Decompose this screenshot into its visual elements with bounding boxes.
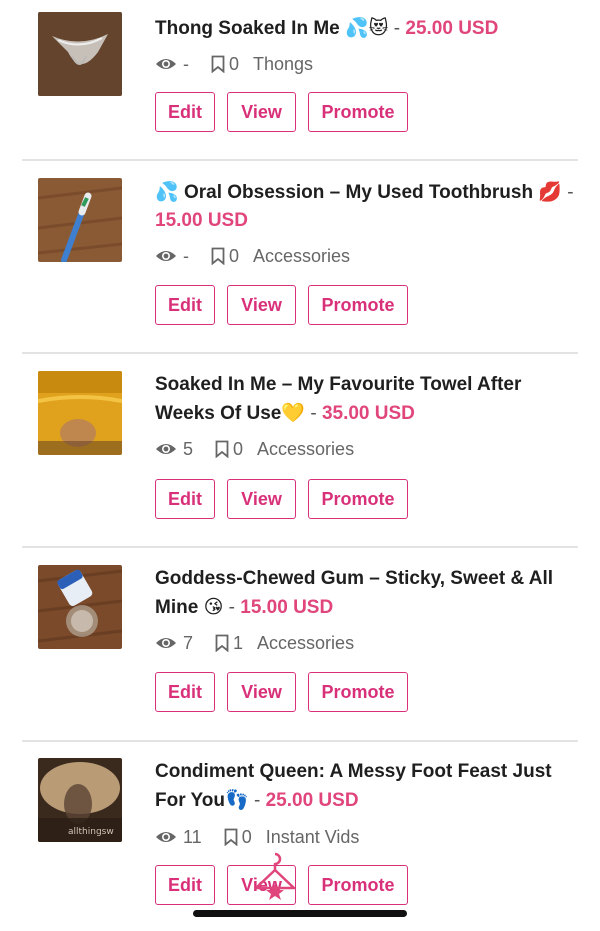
- views-count: 11: [183, 826, 202, 847]
- listing-title[interactable]: Condiment Queen: A Messy Foot Feast Just…: [155, 758, 575, 815]
- listing-emoji: 👣: [225, 789, 249, 811]
- listing-thumbnail[interactable]: allthingsw: [38, 758, 122, 842]
- saves-count: 0: [241, 826, 252, 847]
- promote-button[interactable]: Promote: [308, 672, 408, 712]
- listing-actions: Edit View Promote: [155, 672, 408, 712]
- listing-price: 25.00 USD: [265, 790, 359, 811]
- listing-thumbnail[interactable]: [38, 371, 122, 455]
- listing-emoji: 😘: [203, 596, 224, 618]
- listing-stats: 7 1 Accessories: [155, 631, 354, 655]
- views-count: 7: [183, 632, 194, 653]
- listing-emoji: 💦😻: [345, 17, 389, 39]
- listing-stats: - 0 Accessories: [155, 244, 350, 268]
- bookmark-icon: [211, 247, 225, 265]
- view-button[interactable]: View: [227, 672, 296, 712]
- listing-actions: Edit View Promote: [155, 92, 408, 132]
- saves-count: 1: [233, 632, 244, 653]
- listing-category: Accessories: [257, 438, 355, 459]
- listing-title[interactable]: Goddess-Chewed Gum – Sticky, Sweet & All…: [155, 565, 575, 622]
- listing-stats: 11 0 Instant Vids: [155, 825, 359, 849]
- divider: [22, 740, 578, 742]
- listing-title[interactable]: Soaked In Me – My Favourite Towel After …: [155, 371, 575, 428]
- listing-stats: 5 0 Accessories: [155, 437, 354, 461]
- eye-icon: [156, 444, 176, 454]
- bookmark-icon: [224, 828, 238, 846]
- listing-category: Accessories: [253, 245, 351, 266]
- promote-button[interactable]: Promote: [308, 479, 408, 519]
- divider: [22, 352, 578, 354]
- promote-button[interactable]: Promote: [308, 285, 408, 325]
- edit-button[interactable]: Edit: [155, 672, 215, 712]
- bookmark-icon: [215, 440, 229, 458]
- view-button[interactable]: View: [227, 285, 296, 325]
- listing-category: Accessories: [257, 632, 355, 653]
- listing-actions: Edit View Promote: [155, 285, 408, 325]
- home-indicator[interactable]: [193, 910, 407, 917]
- listing-thumbnail[interactable]: [38, 12, 122, 96]
- listing-thumbnail[interactable]: [38, 565, 122, 649]
- eye-icon: [156, 251, 176, 261]
- divider: [22, 159, 578, 161]
- views-count: -: [183, 245, 189, 266]
- listing-category: Instant Vids: [265, 826, 360, 847]
- promote-button[interactable]: Promote: [308, 865, 408, 905]
- saves-count: 0: [229, 53, 240, 74]
- listing-emoji: 💦: [155, 181, 179, 203]
- eye-icon: [156, 832, 176, 842]
- listing-price: 15.00 USD: [155, 210, 248, 231]
- eye-icon: [156, 59, 176, 69]
- listing-price: 25.00 USD: [405, 18, 499, 39]
- views-count: -: [183, 53, 189, 74]
- edit-button[interactable]: Edit: [155, 285, 215, 325]
- view-button[interactable]: View: [227, 92, 296, 132]
- promote-button[interactable]: Promote: [308, 92, 408, 132]
- saves-count: 0: [233, 438, 244, 459]
- views-count: 5: [183, 438, 194, 459]
- listing-actions: Edit View Promote: [155, 479, 408, 519]
- listing-category: Thongs: [253, 53, 314, 74]
- watermark-text: allthingsw: [68, 827, 114, 837]
- listing-stats: - 0 Thongs: [155, 52, 313, 76]
- saves-count: 0: [229, 245, 240, 266]
- listing-title[interactable]: Thong Soaked In Me 💦😻 - 25.00 USD: [155, 14, 575, 43]
- divider: [22, 546, 578, 548]
- hanger-icon[interactable]: [252, 850, 298, 900]
- listing-thumbnail[interactable]: [38, 178, 122, 262]
- listing-emoji: 💋: [538, 181, 563, 203]
- eye-icon: [156, 638, 176, 648]
- listing-price: 35.00 USD: [321, 403, 415, 424]
- bookmark-icon: [211, 55, 225, 73]
- listing-emoji: 💛: [281, 402, 306, 424]
- edit-button[interactable]: Edit: [155, 479, 215, 519]
- edit-button[interactable]: Edit: [155, 92, 215, 132]
- listing-price: 15.00 USD: [240, 597, 334, 618]
- edit-button[interactable]: Edit: [155, 865, 215, 905]
- view-button[interactable]: View: [227, 479, 296, 519]
- listing-title[interactable]: 💦 Oral Obsession – My Used Toothbrush 💋 …: [155, 178, 575, 235]
- bookmark-icon: [215, 634, 229, 652]
